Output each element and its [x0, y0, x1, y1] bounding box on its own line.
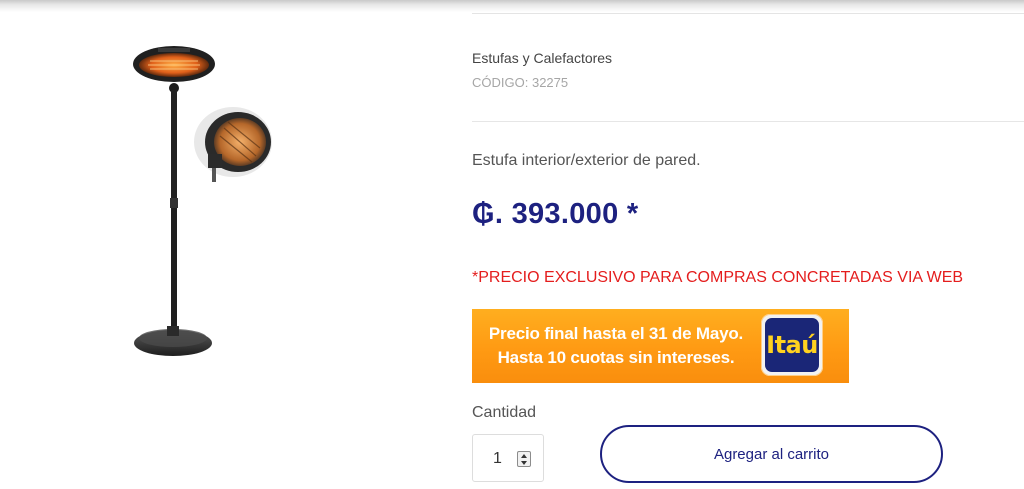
quantity-label: Cantidad	[472, 404, 537, 421]
quantity-spin-buttons[interactable]	[517, 451, 531, 467]
web-exclusive-note: *PRECIO EXCLUSIVO PARA COMPRAS CONCRETAD…	[472, 269, 964, 286]
product-code-value: 32275	[531, 75, 569, 90]
caret-up-icon	[521, 453, 527, 458]
itau-promo-banner[interactable]: Precio final hasta el 31 de Mayo. Hasta …	[472, 309, 849, 383]
itau-logo-text: Itaú	[765, 318, 819, 372]
product-description: Estufa interior/exterior de pared.	[472, 152, 701, 169]
caret-down-icon	[521, 460, 527, 465]
product-image[interactable]	[100, 38, 300, 368]
product-code-label: CÓDIGO:	[472, 75, 529, 90]
quantity-stepper[interactable]: 1	[472, 434, 544, 482]
decrement-button[interactable]	[518, 459, 530, 466]
product-category[interactable]: Estufas y Calefactores	[472, 50, 612, 66]
promo-line-1: Precio final hasta el 31 de Mayo.	[488, 324, 744, 343]
info-divider	[472, 121, 1024, 122]
header-shadow	[0, 0, 1024, 12]
product-price: ₲. 393.000 *	[472, 198, 639, 230]
promo-line-2: Hasta 10 cuotas sin intereses.	[497, 348, 735, 367]
top-divider	[472, 13, 1024, 14]
itau-logo: Itaú	[761, 314, 823, 376]
quantity-value[interactable]: 1	[493, 450, 502, 468]
patio-heater-illustration	[133, 46, 272, 356]
add-to-cart-button[interactable]: Agregar al carrito	[600, 425, 943, 483]
product-code: CÓDIGO: 32275	[472, 75, 568, 90]
promo-text: Precio final hasta el 31 de Mayo. Hasta …	[486, 322, 746, 370]
increment-button[interactable]	[518, 452, 530, 459]
